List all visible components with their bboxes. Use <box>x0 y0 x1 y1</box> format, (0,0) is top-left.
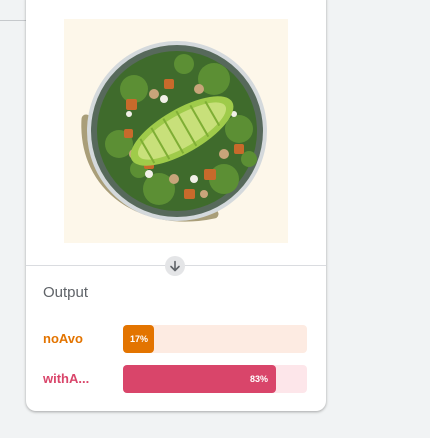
salad-bowl-image <box>81 41 267 222</box>
classifier-card: Output noAvo 17% withA... 83% <box>26 0 326 411</box>
prediction-track: 83% <box>123 365 307 393</box>
input-image <box>64 19 288 243</box>
background-divider <box>0 20 26 21</box>
prediction-label: noAvo <box>43 331 83 346</box>
prediction-row-1: withA... 83% <box>43 365 310 393</box>
prediction-percent: 83% <box>250 374 269 384</box>
prediction-track: 17% <box>123 325 307 353</box>
expand-button[interactable] <box>165 256 185 276</box>
prediction-row-0: noAvo 17% <box>43 325 310 353</box>
prediction-percent: 17% <box>130 334 149 344</box>
arrow-down-icon <box>170 260 180 272</box>
prediction-label: withA... <box>43 371 90 386</box>
output-title: Output <box>43 284 89 301</box>
